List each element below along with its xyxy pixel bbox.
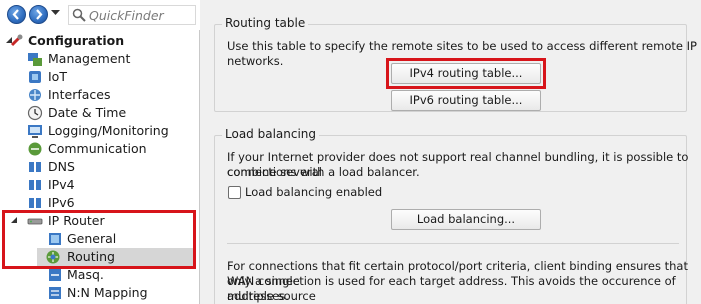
ipv4-icon	[29, 180, 41, 190]
tree-item-management[interactable]: Management	[0, 50, 200, 68]
management-icon	[28, 53, 42, 66]
general-icon	[49, 233, 61, 245]
ipv4-routing-table-button[interactable]: IPv4 routing table...	[391, 63, 541, 84]
clock-icon	[27, 105, 43, 121]
tree-item-routing[interactable]: Routing	[37, 248, 196, 266]
section-divider	[227, 243, 679, 244]
routing-table-title: Routing table	[222, 16, 309, 30]
masquerading-icon	[49, 269, 61, 281]
iot-icon	[29, 71, 41, 83]
quickfinder-placeholder: QuickFinder	[89, 8, 164, 23]
back-arrow-icon[interactable]	[7, 5, 26, 24]
interfaces-icon	[29, 89, 41, 101]
routing-icon	[46, 250, 60, 264]
tree-item-interfaces[interactable]: Interfaces	[0, 86, 200, 104]
configuration-icon	[10, 34, 23, 47]
load-balancing-button[interactable]: Load balancing...	[391, 209, 541, 230]
tree-item-configuration[interactable]: Configuration	[0, 32, 200, 50]
tree-item-ip-router[interactable]: IP Router	[0, 212, 200, 230]
search-icon	[72, 8, 86, 22]
forward-arrow-icon[interactable]	[29, 5, 48, 24]
tree-item-ipv4[interactable]: IPv4	[0, 176, 200, 194]
monitoring-icon	[28, 125, 42, 138]
nav-toolbar: QuickFinder	[0, 0, 200, 30]
tree-item-general[interactable]: General	[0, 230, 200, 248]
chevron-down-icon[interactable]	[51, 10, 60, 16]
chevron-down-icon[interactable]	[8, 213, 24, 229]
tree-item-date-time[interactable]: Date & Time	[0, 104, 200, 122]
tree-item-logging-monitoring[interactable]: Logging/Monitoring	[0, 122, 200, 140]
tree-item-ipv6[interactable]: IPv6	[0, 194, 200, 212]
ipv6-icon	[29, 198, 41, 208]
load-balancing-checkbox[interactable]	[228, 186, 241, 199]
tree-item-dns[interactable]: DNS	[0, 158, 200, 176]
ipv6-routing-table-button[interactable]: IPv6 routing table...	[391, 90, 541, 111]
communication-icon	[28, 142, 42, 156]
quickfinder-input[interactable]: QuickFinder	[68, 5, 196, 25]
dns-icon	[29, 162, 41, 172]
tree-item-masq[interactable]: Masq.	[0, 266, 200, 284]
load-balancing-description-2: connections with a load balancer.	[227, 165, 420, 179]
tree-item-nn-mapping[interactable]: N:N Mapping	[0, 284, 200, 302]
router-icon	[27, 218, 43, 225]
client-binding-description-3: addresses.	[227, 289, 289, 303]
content-pane: Routing table Use this table to specify …	[205, 0, 701, 304]
mapping-icon	[49, 287, 61, 299]
navigation-pane: QuickFinder Configuration Management IoT	[0, 0, 200, 304]
load-balancing-title: Load balancing	[222, 127, 320, 141]
tree-item-iot[interactable]: IoT	[0, 68, 200, 86]
load-balancing-checkbox-label[interactable]: Load balancing enabled	[245, 185, 382, 200]
tree-item-communication[interactable]: Communication	[0, 140, 200, 158]
